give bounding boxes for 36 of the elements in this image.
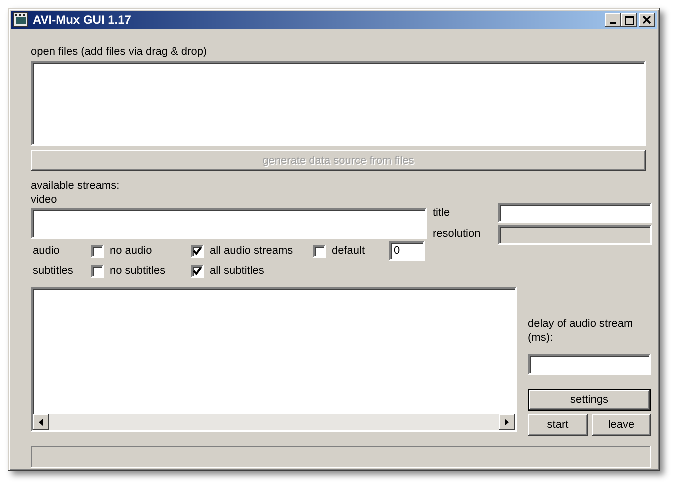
action-button[interactable]: start xyxy=(528,414,588,436)
audio-label: audio xyxy=(32,244,61,258)
title-label: title xyxy=(433,206,452,220)
checkbox[interactable]: no subtitles xyxy=(91,261,191,281)
checkbox[interactable]: all subtitles xyxy=(191,261,313,281)
video-label: video xyxy=(31,194,58,207)
scroll-right-button[interactable] xyxy=(499,414,515,430)
action-button[interactable]: leave xyxy=(592,414,651,436)
checkbox[interactable]: default xyxy=(313,241,389,261)
right-arrow-icon xyxy=(505,418,509,426)
subtitles-label: subtitles xyxy=(32,264,74,278)
resolution-label: resolution xyxy=(433,228,482,242)
available-streams-label: available streams: xyxy=(31,180,121,193)
file-list[interactable] xyxy=(31,61,646,146)
film-icon xyxy=(13,12,29,28)
stream-list[interactable] xyxy=(31,287,517,432)
checkmark-icon xyxy=(193,246,202,256)
maximize-button[interactable] xyxy=(621,13,637,27)
action-button[interactable]: settings xyxy=(528,389,651,411)
close-icon xyxy=(643,16,651,24)
checkmark-icon xyxy=(193,266,202,276)
delay-field[interactable] xyxy=(528,354,651,375)
checkbox[interactable]: no audio xyxy=(91,241,191,261)
close-button[interactable] xyxy=(639,13,655,27)
checkbox[interactable]: all audio streams xyxy=(191,241,313,261)
maximize-icon xyxy=(624,16,634,24)
video-stream-list[interactable] xyxy=(31,208,427,239)
number-field[interactable]: 0 xyxy=(389,241,425,261)
open-files-label: open files (add files via drag & drop) xyxy=(31,46,208,59)
title-field[interactable] xyxy=(498,203,652,224)
scroll-left-button[interactable] xyxy=(33,414,49,430)
left-arrow-icon xyxy=(39,418,43,426)
minimize-button[interactable] xyxy=(605,13,621,27)
delay-label: delay of audio stream (ms): xyxy=(528,317,634,345)
horizontal-scrollbar[interactable] xyxy=(33,414,515,430)
window-title: AVI-Mux GUI 1.17 xyxy=(33,13,132,27)
